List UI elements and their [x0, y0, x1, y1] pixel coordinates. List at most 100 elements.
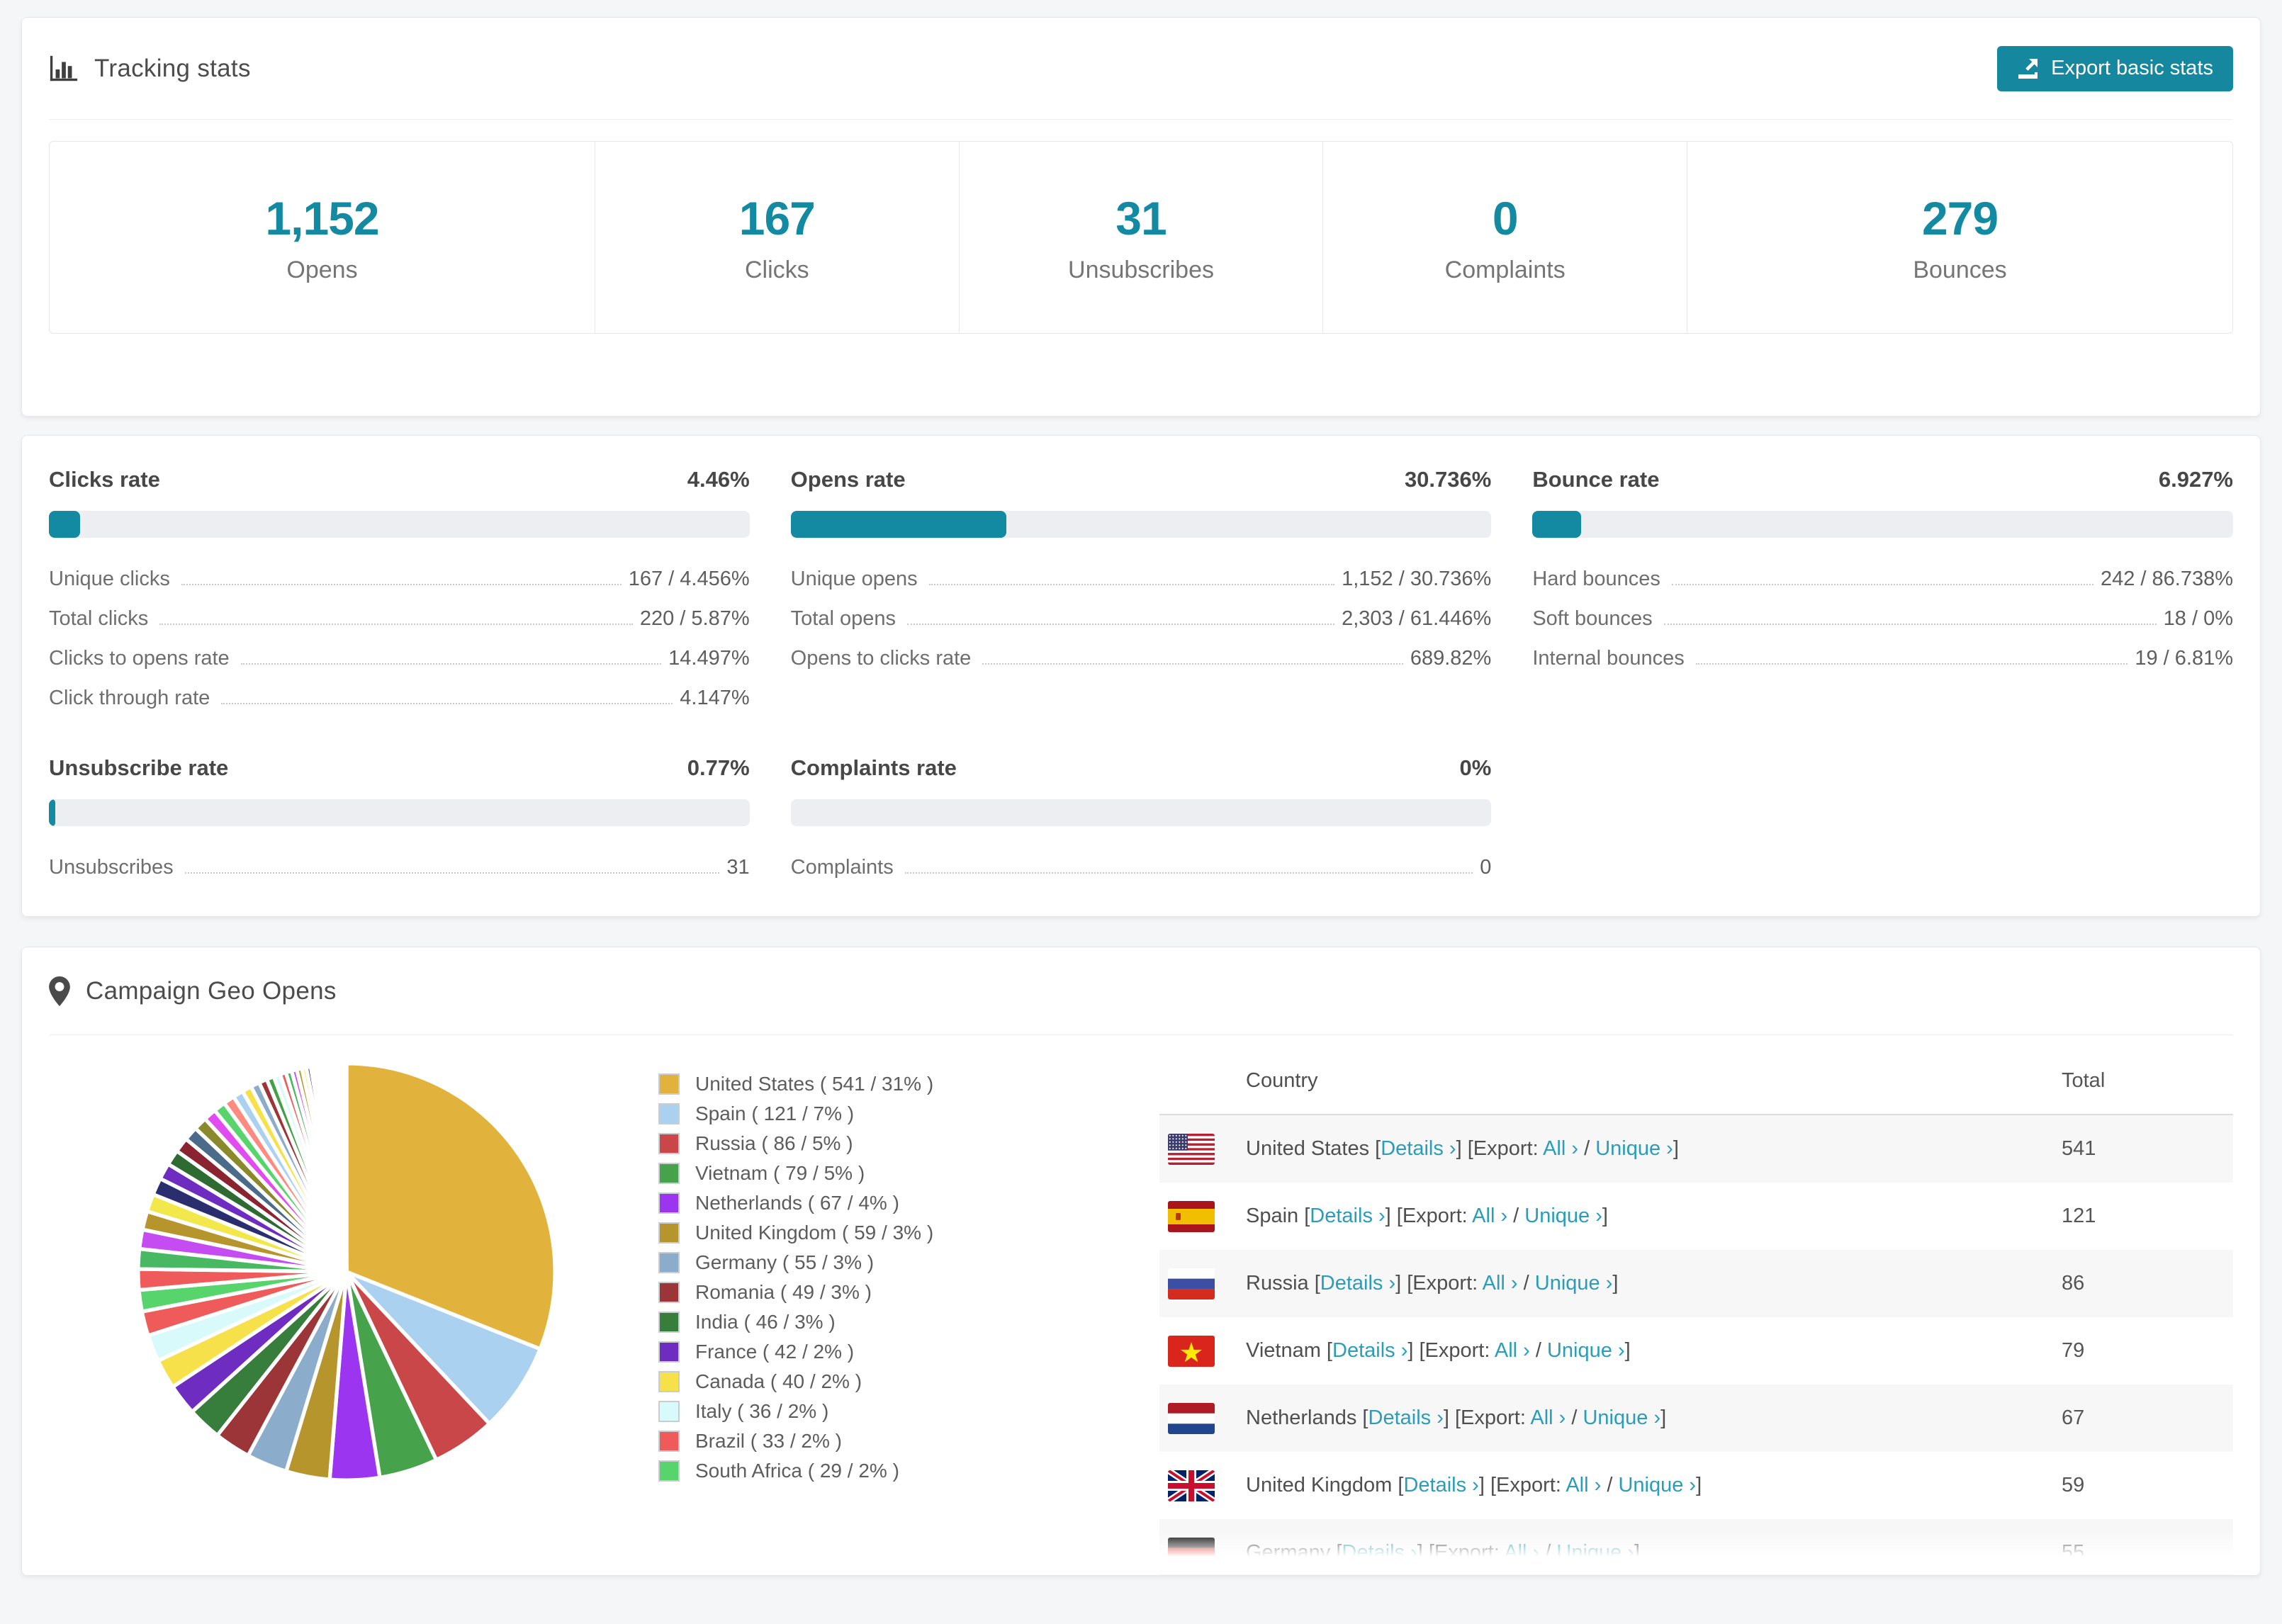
metric-row: Complaints 0: [791, 856, 1492, 879]
metric-label: Soft bounces: [1532, 607, 1653, 630]
rates-panel: Clicks rate 4.46% Unique clicks 167 / 4.…: [21, 435, 2261, 917]
export-all-link[interactable]: All ›: [1504, 1541, 1539, 1564]
export-all-link[interactable]: All ›: [1543, 1137, 1578, 1160]
export-all-link[interactable]: All ›: [1483, 1272, 1518, 1295]
legend-swatch: [658, 1192, 680, 1214]
export-basic-stats-button[interactable]: Export basic stats: [1997, 45, 2233, 91]
stat-label: Unsubscribes: [1068, 256, 1214, 283]
export-unique-link[interactable]: Unique ›: [1556, 1541, 1634, 1564]
rate-value: 0%: [1459, 755, 1492, 780]
details-link[interactable]: Details ›: [1332, 1339, 1407, 1362]
slash-separator: /: [1601, 1474, 1619, 1496]
legend-label: Netherlands ( 67 / 4% ): [695, 1192, 899, 1214]
dashboard-page: Tracking stats Export basic stats 1,152 …: [0, 0, 2282, 1624]
bar-chart-icon: [49, 54, 79, 84]
export-unique-link[interactable]: Unique ›: [1618, 1474, 1696, 1496]
metric-label: Unsubscribes: [49, 856, 174, 879]
rate-block: Clicks rate 4.46% Unique clicks 167 / 4.…: [49, 467, 750, 710]
rate-metric-rows: Unsubscribes 31: [49, 856, 750, 879]
bracket-mid: ] [Export:: [1443, 1406, 1531, 1429]
details-link[interactable]: Details ›: [1320, 1272, 1395, 1295]
country-total: 55: [2062, 1541, 2085, 1564]
bracket-open: [: [1330, 1541, 1342, 1564]
details-link[interactable]: Details ›: [1381, 1137, 1456, 1160]
bracket-open: [: [1320, 1339, 1332, 1362]
bracket-close: ]: [1602, 1205, 1608, 1227]
table-rows: United States [Details ›] [Export: All ›…: [1159, 1115, 2233, 1575]
export-unique-link[interactable]: Unique ›: [1583, 1406, 1660, 1429]
country-total: 59: [2062, 1474, 2085, 1496]
geo-panel-header: Campaign Geo Opens: [49, 947, 2233, 1035]
legend-label: Canada ( 40 / 2% ): [695, 1370, 862, 1392]
dotted-leader: [221, 703, 673, 704]
table-row: Netherlands [Details ›] [Export: All › /…: [1159, 1385, 2233, 1452]
details-link[interactable]: Details ›: [1342, 1541, 1417, 1564]
stat-label: Complaints: [1444, 256, 1566, 283]
dotted-leader: [928, 584, 1335, 585]
country-name: Russia: [1246, 1272, 1309, 1295]
legend-item: Russia ( 86 / 5% ): [658, 1129, 933, 1158]
dotted-leader: [1695, 663, 2128, 665]
bracket-open: [: [1369, 1137, 1381, 1160]
legend-label: United Kingdom ( 59 / 3% ): [695, 1222, 934, 1244]
table-row: Russia [Details ›] [Export: All › / Uniq…: [1159, 1250, 2233, 1317]
rate-block: Bounce rate 6.927% Hard bounces 242 / 86…: [1532, 467, 2233, 710]
details-link[interactable]: Details ›: [1403, 1474, 1478, 1496]
rate-metric-rows: Complaints 0: [791, 856, 1492, 879]
rate-progress-fill: [49, 799, 55, 826]
legend-swatch: [658, 1103, 680, 1124]
legend-label: South Africa ( 29 / 2% ): [695, 1460, 899, 1482]
legend-swatch: [658, 1163, 680, 1184]
legend-item: Italy ( 36 / 2% ): [658, 1397, 933, 1426]
export-unique-link[interactable]: Unique ›: [1547, 1339, 1625, 1362]
country-name: United Kingdom: [1246, 1474, 1393, 1496]
details-link[interactable]: Details ›: [1310, 1205, 1385, 1227]
bracket-close: ]: [1634, 1541, 1641, 1564]
country-cell: Netherlands [Details ›] [Export: All › /…: [1246, 1406, 2062, 1430]
table-row: Spain [Details ›] [Export: All › / Uniqu…: [1159, 1183, 2233, 1250]
bracket-mid: ] [Export:: [1395, 1272, 1483, 1295]
metric-row: Unsubscribes 31: [49, 856, 750, 879]
metric-row: Total opens 2,303 / 61.446%: [791, 607, 1492, 631]
export-all-link[interactable]: All ›: [1472, 1205, 1507, 1227]
metric-row: Clicks to opens rate 14.497%: [49, 647, 750, 670]
country-total: 86: [2062, 1272, 2085, 1295]
table-header-row: Country Total: [1159, 1048, 2233, 1115]
country-total: 67: [2062, 1406, 2085, 1429]
slash-separator: /: [1566, 1406, 1583, 1429]
export-all-link[interactable]: All ›: [1530, 1406, 1566, 1429]
summary-stats-box: 1,152 Opens 167 Clicks 31 Unsubscribes 0…: [49, 141, 2233, 334]
export-unique-link[interactable]: Unique ›: [1595, 1137, 1673, 1160]
export-icon: [2017, 57, 2040, 80]
stat-card: 279 Bounces: [1687, 142, 2232, 333]
stat-card: 31 Unsubscribes: [958, 142, 1323, 333]
rate-block: Complaints rate 0% Complaints 0: [790, 755, 1492, 879]
legend-swatch: [658, 1222, 680, 1244]
rate-metric-rows: Unique opens 1,152 / 30.736% Total opens…: [791, 568, 1492, 670]
export-unique-link[interactable]: Unique ›: [1535, 1272, 1613, 1295]
country-flag: [1168, 1200, 1215, 1232]
rate-progress-bar: [49, 511, 750, 538]
bracket-close: ]: [1612, 1272, 1619, 1295]
bracket-close: ]: [1673, 1137, 1679, 1160]
export-all-link[interactable]: All ›: [1495, 1339, 1530, 1362]
dotted-leader: [184, 872, 720, 874]
legend-label: United States ( 541 / 31% ): [695, 1073, 934, 1095]
slash-separator: /: [1578, 1137, 1596, 1160]
details-link[interactable]: Details ›: [1368, 1406, 1444, 1429]
export-unique-link[interactable]: Unique ›: [1524, 1205, 1602, 1227]
legend-item: United Kingdom ( 59 / 3% ): [658, 1218, 933, 1248]
metric-label: Click through rate: [49, 687, 210, 709]
country-cell: Spain [Details ›] [Export: All › / Uniqu…: [1246, 1205, 2062, 1228]
dotted-leader: [159, 624, 633, 625]
rate-header: Opens rate 30.736%: [791, 467, 1492, 492]
metric-value: 220 / 5.87%: [639, 607, 750, 630]
rate-title: Opens rate: [790, 467, 906, 492]
geo-opens-table: Country Total United States [Details ›] …: [1159, 1048, 2233, 1575]
legend-swatch: [658, 1252, 680, 1273]
rate-header: Clicks rate 4.46%: [49, 467, 750, 492]
metric-value: 167 / 4.456%: [628, 568, 750, 590]
export-all-link[interactable]: All ›: [1566, 1474, 1601, 1496]
bracket-mid: ] [Export:: [1417, 1541, 1505, 1564]
legend-label: Germany ( 55 / 3% ): [695, 1251, 875, 1273]
